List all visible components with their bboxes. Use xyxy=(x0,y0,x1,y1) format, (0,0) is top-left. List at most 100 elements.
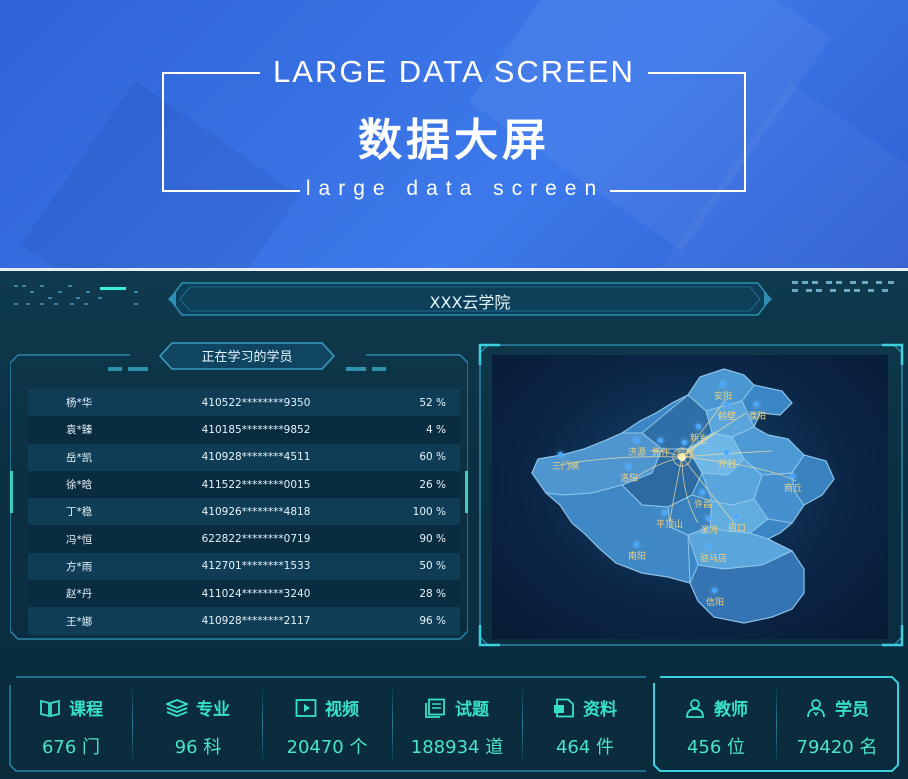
stat-label: 试题 xyxy=(455,700,489,720)
city-label: 安阳 xyxy=(714,382,732,402)
decor-strip xyxy=(346,367,366,371)
student-id: 622822********0719 xyxy=(201,533,311,546)
student-name: 杨*华 xyxy=(66,397,93,410)
book-icon xyxy=(40,699,60,717)
city-label: 平顶山 xyxy=(656,510,683,530)
decor-dots-right xyxy=(792,281,896,297)
stat-videos[interactable]: 视频 20470 个 xyxy=(262,675,392,773)
student-progress: 50 % xyxy=(419,560,446,573)
student-id: 412701********1533 xyxy=(201,560,311,573)
city-label: 鹤壁 xyxy=(718,402,736,422)
stat-value: 20470 个 xyxy=(286,737,368,758)
dashboard-title-bar: XXX云学院 xyxy=(168,279,772,319)
city-label: 焦作 xyxy=(652,438,670,458)
stat-label: 学员 xyxy=(835,700,869,720)
city-label: 新乡 xyxy=(690,424,708,444)
table-row[interactable]: 袁*臻 410185********9852 4 % xyxy=(28,416,460,444)
table-row[interactable]: 丁*稳 410926********4818 100 % xyxy=(28,498,460,526)
table-row[interactable]: 王*娜 410928********2117 96 % xyxy=(28,607,460,635)
table-row[interactable]: 岳*凯 410928********4511 60 % xyxy=(28,443,460,471)
stat-label: 视频 xyxy=(325,700,359,720)
student-progress: 60 % xyxy=(419,451,446,464)
student-progress: 96 % xyxy=(419,615,446,628)
city-label: 驻马店 xyxy=(700,544,727,564)
city-label: 信阳 xyxy=(706,588,724,608)
student-id: 410522********9350 xyxy=(201,396,311,409)
student-progress: 90 % xyxy=(419,533,446,546)
table-row[interactable]: 冯*恒 622822********0719 90 % xyxy=(28,525,460,553)
student-name: 袁*臻 xyxy=(66,424,93,437)
stat-value: 79420 名 xyxy=(796,737,878,758)
frame-line xyxy=(648,72,746,74)
stat-value: 456 位 xyxy=(686,737,746,758)
province-map-shape xyxy=(531,368,835,624)
student-name: 徐*晗 xyxy=(66,479,93,492)
city-label: 商丘 xyxy=(784,474,802,494)
student-id: 411522********0015 xyxy=(201,478,311,491)
page-root: LARGE DATA SCREEN 数据大屏 large data screen xyxy=(0,0,908,779)
student-id: 410928********4511 xyxy=(201,451,311,464)
stat-students[interactable]: 学员 79420 名 xyxy=(776,675,898,773)
dashboard: XXX云学院 正在学习的学员 杨*华 410522********9350 52… xyxy=(0,271,908,779)
stat-teachers[interactable]: 教师 456 位 xyxy=(656,675,776,773)
student-id: 411024********3240 xyxy=(201,587,311,600)
students-panel-title: 正在学习的学员 xyxy=(201,350,293,365)
divider xyxy=(132,683,133,767)
quiz-icon xyxy=(425,698,445,718)
student-name: 丁*稳 xyxy=(66,506,93,519)
student-id: 410928********2117 xyxy=(201,615,311,628)
teacher-icon xyxy=(686,698,704,718)
document-icon xyxy=(554,698,574,717)
banner-title-cn: 数据大屏 xyxy=(358,115,550,166)
banner: LARGE DATA SCREEN 数据大屏 large data screen xyxy=(0,0,908,268)
student-name: 方*雨 xyxy=(66,560,93,573)
stat-materials[interactable]: 资料 464 件 xyxy=(522,675,648,773)
frame-line xyxy=(610,190,746,192)
city-label: 开封 xyxy=(718,450,736,470)
dashboard-title: XXX云学院 xyxy=(429,293,511,312)
city-label: 郑州 xyxy=(676,440,694,460)
province-map[interactable]: 安阳 鹤壁 濮阳 新乡 焦作 济源 三门峡 洛阳 郑州 开封 商丘 平顶山 许昌… xyxy=(492,355,888,639)
stat-label: 资料 xyxy=(583,700,617,720)
student-progress: 4 % xyxy=(426,423,446,436)
stats-bar: 课程 676 门 专业 96 科 视频 20470 个 试题 188934 道 … xyxy=(8,675,900,773)
student-progress: 100 % xyxy=(412,505,446,518)
stat-majors[interactable]: 专业 96 科 xyxy=(134,675,262,773)
stat-value: 188934 道 xyxy=(410,737,504,758)
student-progress: 26 % xyxy=(419,478,446,491)
student-name: 赵*丹 xyxy=(66,588,93,601)
city-label: 漯河 xyxy=(700,516,718,536)
banner-subtitle: large data screen xyxy=(305,177,605,200)
students-table: 杨*华 410522********9350 52 % 袁*臻 410185**… xyxy=(28,389,460,635)
city-label: 洛阳 xyxy=(620,464,638,484)
student-name: 岳*凯 xyxy=(66,451,93,464)
decor-strip xyxy=(372,367,386,371)
city-label: 济源 xyxy=(628,438,646,458)
banner-title-en: LARGE DATA SCREEN xyxy=(273,54,635,89)
map-panel: 安阳 鹤壁 濮阳 新乡 焦作 济源 三门峡 洛阳 郑州 开封 商丘 平顶山 许昌… xyxy=(478,343,904,647)
city-label: 周口 xyxy=(728,514,746,534)
student-progress: 28 % xyxy=(419,587,446,600)
students-panel: 正在学习的学员 杨*华 410522********9350 52 % 袁*臻 … xyxy=(10,342,468,641)
stat-value: 464 件 xyxy=(555,737,615,758)
table-row[interactable]: 赵*丹 411024********3240 28 % xyxy=(28,580,460,608)
student-id: 410185********9852 xyxy=(201,423,311,436)
stat-label: 专业 xyxy=(196,700,230,720)
stat-courses[interactable]: 课程 676 门 xyxy=(8,675,134,773)
city-label: 三门峡 xyxy=(552,452,579,472)
student-name: 王*娜 xyxy=(66,615,93,628)
table-row[interactable]: 方*雨 412701********1533 50 % xyxy=(28,552,460,581)
table-row[interactable]: 杨*华 410522********9350 52 % xyxy=(28,389,460,417)
city-label: 濮阳 xyxy=(748,402,766,422)
students-panel-header: 正在学习的学员 xyxy=(158,341,336,371)
frame-line xyxy=(162,190,300,192)
stat-label: 课程 xyxy=(69,700,103,720)
table-row[interactable]: 徐*晗 411522********0015 26 % xyxy=(28,470,460,499)
stat-questions[interactable]: 试题 188934 道 xyxy=(392,675,522,773)
decor-strip xyxy=(128,367,148,371)
student-icon xyxy=(807,698,825,717)
city-label: 南阳 xyxy=(628,542,646,562)
frame-line xyxy=(162,72,260,74)
video-icon xyxy=(295,698,317,717)
stat-value: 96 科 xyxy=(174,737,222,758)
